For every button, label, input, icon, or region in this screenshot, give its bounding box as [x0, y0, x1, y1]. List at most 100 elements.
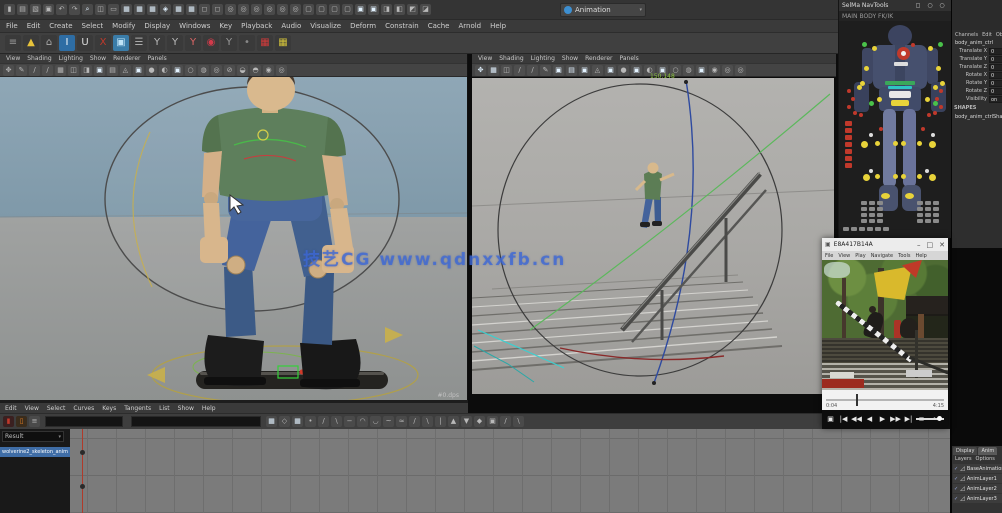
- output-icon[interactable]: ◻: [212, 4, 223, 15]
- gamma-icon[interactable]: ◎: [735, 65, 746, 76]
- picker-control-button[interactable]: [917, 174, 922, 179]
- character2-icon[interactable]: Υ: [167, 35, 183, 51]
- graph-outliner-selected-channel[interactable]: wolverine2_skeleton_anim: [0, 447, 70, 457]
- open-scene-icon[interactable]: ▧: [30, 4, 41, 15]
- picker-control-button[interactable]: [845, 135, 852, 140]
- picker-control-button[interactable]: [933, 213, 939, 217]
- picker-control-button[interactable]: [861, 141, 868, 148]
- picker-control-button[interactable]: [869, 213, 875, 217]
- post-infinity-icon[interactable]: \: [513, 416, 524, 427]
- character-icon[interactable]: Υ: [149, 35, 165, 51]
- construction-history-icon[interactable]: ▢: [303, 4, 314, 15]
- auto-tangent-icon[interactable]: ~: [383, 416, 394, 427]
- texture-icon[interactable]: ◎: [277, 4, 288, 15]
- new-scene-icon[interactable]: ▤: [17, 4, 28, 15]
- picker-control-button[interactable]: [877, 97, 882, 102]
- film-gate-icon[interactable]: ◫: [501, 65, 512, 76]
- select-camera-icon[interactable]: ✥: [475, 65, 486, 76]
- snap-view-icon[interactable]: ▦: [173, 4, 184, 15]
- ease-in-icon[interactable]: ◠: [357, 416, 368, 427]
- picker-tabs-row[interactable]: MAIN BODY FK/IK: [839, 11, 951, 21]
- red-tool-icon[interactable]: ▦: [257, 35, 273, 51]
- channel-row[interactable]: Visibilityon: [953, 95, 1002, 103]
- menu-item-deform[interactable]: Deform: [350, 22, 376, 30]
- picker-control-button[interactable]: [888, 86, 912, 89]
- layer-mute-checkbox[interactable]: ✓: [954, 486, 958, 492]
- dot-icon[interactable]: •: [305, 416, 316, 427]
- layer-mute-checkbox[interactable]: ✓: [954, 496, 958, 502]
- picker-control-button[interactable]: [927, 113, 931, 117]
- channel-row[interactable]: Translate Y0: [953, 55, 1002, 63]
- grid-icon[interactable]: ▦: [55, 65, 66, 76]
- picker-control-button[interactable]: [917, 213, 923, 217]
- snap-point-icon[interactable]: ▦: [147, 4, 158, 15]
- paint-effects-icon[interactable]: ◎: [290, 4, 301, 15]
- picker-control-button[interactable]: [933, 101, 938, 106]
- channel-row[interactable]: Translate X0: [953, 47, 1002, 55]
- picker-control-button[interactable]: [929, 174, 936, 181]
- picker-control-button[interactable]: [931, 133, 935, 137]
- menu-item-renderer[interactable]: Renderer: [585, 55, 612, 62]
- menu-item-panels[interactable]: Panels: [619, 55, 638, 62]
- ik-handle-icon[interactable]: I: [59, 35, 75, 51]
- picker-control-button[interactable]: [869, 219, 875, 223]
- options-icon[interactable]: ▢: [329, 4, 340, 15]
- picker-control-button[interactable]: [869, 207, 875, 211]
- render-settings-icon[interactable]: ◎: [251, 4, 262, 15]
- picker-control-button[interactable]: [875, 141, 880, 146]
- picker-control-button[interactable]: [879, 127, 883, 131]
- channel-row[interactable]: Rotate X0: [953, 71, 1002, 79]
- keyframe-dot[interactable]: [80, 484, 85, 489]
- res-gate-icon[interactable]: ▣: [605, 65, 616, 76]
- layer-mute-checkbox[interactable]: ✓: [954, 476, 958, 482]
- channel-value[interactable]: 0: [989, 64, 1002, 71]
- menu-item-keys[interactable]: Keys: [102, 405, 116, 412]
- keyframe-dot[interactable]: [80, 450, 85, 455]
- picker-control-button[interactable]: [939, 105, 943, 109]
- channel-value[interactable]: on: [989, 96, 1002, 103]
- picker-control-button[interactable]: [845, 156, 852, 161]
- menu-item-key[interactable]: Key: [219, 22, 232, 30]
- graph-editor-grid[interactable]: [0, 429, 950, 513]
- menu-item-options[interactable]: Options: [976, 456, 995, 462]
- textured-icon[interactable]: ▣: [631, 65, 642, 76]
- motion-trail-icon[interactable]: ▣: [113, 35, 129, 51]
- step-back-icon[interactable]: ◀◀: [851, 413, 862, 426]
- channel-box-shape-name[interactable]: body_anim_ctrlShape: [953, 112, 1002, 121]
- anim-layer-row[interactable]: ✓◿AnimLayer2: [953, 484, 1002, 493]
- field-chart-icon[interactable]: ▤: [566, 65, 577, 76]
- picker-control-button[interactable]: [847, 89, 851, 93]
- flat-tangent-icon[interactable]: −: [344, 416, 355, 427]
- stats-time-field[interactable]: [45, 416, 123, 427]
- picker-control-button[interactable]: [935, 97, 939, 101]
- record-icon[interactable]: ◉: [203, 35, 219, 51]
- channel-value[interactable]: 0: [989, 80, 1002, 87]
- menu-item-list[interactable]: List: [159, 405, 170, 412]
- sidebar-toggle-icon[interactable]: ▮: [4, 4, 15, 15]
- menu-item-select[interactable]: Select: [82, 22, 104, 30]
- viewport-mid-3d-view[interactable]: 150.148: [472, 78, 834, 394]
- cone-control-icon[interactable]: ▲: [23, 35, 39, 51]
- joints-xray-icon[interactable]: ◓: [250, 65, 261, 76]
- make-live-icon[interactable]: ▦: [186, 4, 197, 15]
- menu-item-select[interactable]: Select: [47, 405, 66, 412]
- menu-item-windows[interactable]: Windows: [179, 22, 210, 30]
- picker-control-button[interactable]: [925, 213, 931, 217]
- picker-close-icon[interactable]: ○: [937, 1, 947, 11]
- menu-item-edit[interactable]: Edit: [5, 405, 17, 412]
- film-gate-icon[interactable]: ◫: [68, 65, 79, 76]
- safe-action-icon[interactable]: ◬: [120, 65, 131, 76]
- picker-control-button[interactable]: [901, 51, 906, 56]
- shading-icon[interactable]: ●: [618, 65, 629, 76]
- maximize-button[interactable]: □: [927, 241, 934, 249]
- menu-item-audio[interactable]: Audio: [281, 22, 301, 30]
- picker-control-button[interactable]: [869, 133, 873, 137]
- tab-display[interactable]: Display: [953, 447, 977, 455]
- line-icon[interactable]: /: [29, 65, 40, 76]
- menu-item-renderer[interactable]: Renderer: [113, 55, 140, 62]
- picker-control-button[interactable]: [905, 193, 914, 199]
- ao-icon[interactable]: ◍: [198, 65, 209, 76]
- snap-grid-icon[interactable]: ▦: [121, 4, 132, 15]
- menu-item-curves[interactable]: Curves: [73, 405, 94, 412]
- linear-tangent-icon[interactable]: ▦: [292, 416, 303, 427]
